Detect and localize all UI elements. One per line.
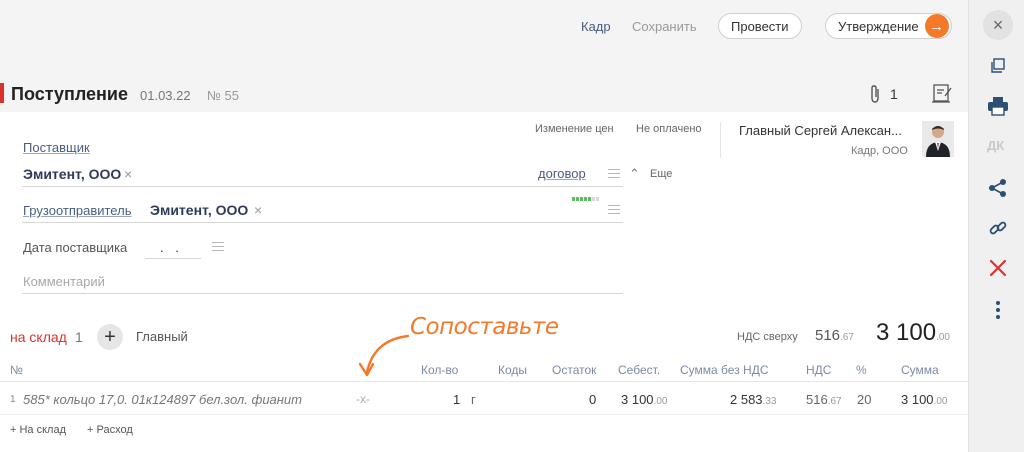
close-icon[interactable]: × <box>124 166 132 182</box>
document-number[interactable]: № 55 <box>207 88 239 103</box>
column-header-codes: Коды <box>498 363 528 377</box>
supplier-date-input[interactable]: . . <box>160 240 183 255</box>
more-link[interactable]: Еще <box>650 168 672 180</box>
row-vat-pct[interactable]: 20 <box>857 392 871 407</box>
save-button[interactable]: Сохранить <box>632 19 697 34</box>
responsible-org: Кадр, ООО <box>851 145 908 157</box>
row-name[interactable]: 585* кольцо 17,0. 01к124897 бел.зол. фиа… <box>23 392 302 407</box>
warehouse-label[interactable]: на склад <box>10 329 67 345</box>
add-to-warehouse-button[interactable]: + На склад <box>10 424 66 436</box>
copy-button[interactable] <box>986 54 1010 78</box>
document-date[interactable]: 01.03.22 <box>140 88 191 103</box>
menu-icon[interactable] <box>608 169 620 179</box>
column-header-net: Сумма без НДС <box>680 363 769 377</box>
supplier-date-underline <box>145 258 201 259</box>
close-icon[interactable]: × <box>254 202 262 218</box>
vat-on-top-label[interactable]: НДС сверху <box>737 331 798 343</box>
delete-icon <box>989 259 1007 277</box>
row-stock: 0 <box>589 392 597 407</box>
post-button[interactable]: Провести <box>718 13 802 39</box>
annotation-text: Сопоставьте <box>410 314 559 340</box>
comment-underline <box>22 293 623 294</box>
approve-button[interactable]: Утверждение → <box>825 13 952 39</box>
row-qty[interactable]: 1 <box>453 392 460 407</box>
approve-button-label: Утверждение <box>838 18 919 34</box>
supplier-value[interactable]: Эмитент, ООО <box>23 166 121 182</box>
add-expense-button[interactable]: + Расход <box>87 424 133 436</box>
shipper-underline <box>22 222 623 223</box>
more-vertical-icon <box>996 301 1000 319</box>
attachments-count: 1 <box>890 86 898 102</box>
contract-link[interactable]: договор <box>538 166 586 181</box>
printer-icon <box>988 97 1008 116</box>
close-button[interactable]: × <box>983 10 1013 40</box>
responsible-name[interactable]: Главный Сергей Алексан... <box>739 123 902 138</box>
close-icon: × <box>992 14 1004 35</box>
row-number: 1 <box>10 394 16 405</box>
row-match-placeholder[interactable]: -x- <box>356 392 370 406</box>
share-button[interactable] <box>986 176 1010 200</box>
more-button[interactable] <box>986 298 1010 322</box>
supplier-label[interactable]: Поставщик <box>23 140 90 155</box>
page-title: Поступление <box>11 84 129 104</box>
document-total: 3 100.00 <box>876 319 950 346</box>
avatar[interactable] <box>922 121 954 157</box>
column-header-vat-pct: % <box>856 363 867 377</box>
supplier-date-label: Дата поставщика <box>23 240 128 255</box>
delete-button[interactable] <box>986 256 1010 280</box>
menu-icon[interactable] <box>608 205 620 215</box>
row-cost[interactable]: 3 100.00 <box>621 392 667 407</box>
column-header-cost: Себест. <box>618 363 661 377</box>
warehouse-name[interactable]: Главный <box>136 329 188 344</box>
column-header-sum: Сумма <box>901 363 939 377</box>
row-net-sum[interactable]: 2 583.33 <box>730 392 776 407</box>
payment-status[interactable]: Не оплачено <box>636 123 702 135</box>
title-marker <box>0 83 4 103</box>
supplier-underline <box>22 186 623 187</box>
dk-label[interactable]: ДК <box>987 138 1004 153</box>
column-header-vat: НДС <box>806 363 832 377</box>
column-header-num: № <box>10 363 23 377</box>
row-sum[interactable]: 3 100.00 <box>901 392 947 407</box>
table-row-divider <box>0 414 968 415</box>
link-icon <box>989 221 1007 235</box>
add-warehouse-button[interactable]: + <box>97 324 123 350</box>
copy-icon <box>991 58 1005 73</box>
frame-link[interactable]: Кадр <box>581 19 611 34</box>
menu-icon[interactable] <box>212 242 224 252</box>
attachments-button[interactable]: 1 <box>868 84 898 104</box>
print-button[interactable] <box>986 94 1010 118</box>
credit-indicator <box>572 189 600 201</box>
arrow-right-icon: → <box>924 14 949 38</box>
annotation-arrow-icon <box>358 334 410 377</box>
link-button[interactable] <box>986 216 1010 240</box>
paperclip-icon <box>871 85 879 103</box>
warehouse-count: 1 <box>75 329 83 345</box>
post-button-label: Провести <box>731 18 789 34</box>
price-change-status[interactable]: Изменение цен <box>535 123 614 135</box>
signature-icon[interactable] <box>930 83 954 105</box>
share-icon <box>989 179 1006 197</box>
row-unit: г <box>471 392 476 407</box>
row-vat: 516.67 <box>806 392 842 407</box>
shipper-label[interactable]: Грузоотправитель <box>23 203 131 218</box>
chevron-up-icon[interactable]: ⌃ <box>629 166 640 182</box>
column-header-qty: Кол-во <box>421 363 459 377</box>
comment-input[interactable]: Комментарий <box>23 274 105 289</box>
column-header-stock: Остаток <box>552 363 597 377</box>
shipper-value[interactable]: Эмитент, ООО <box>150 202 248 218</box>
divider <box>720 122 721 158</box>
vat-total: 516.67 <box>815 327 854 344</box>
